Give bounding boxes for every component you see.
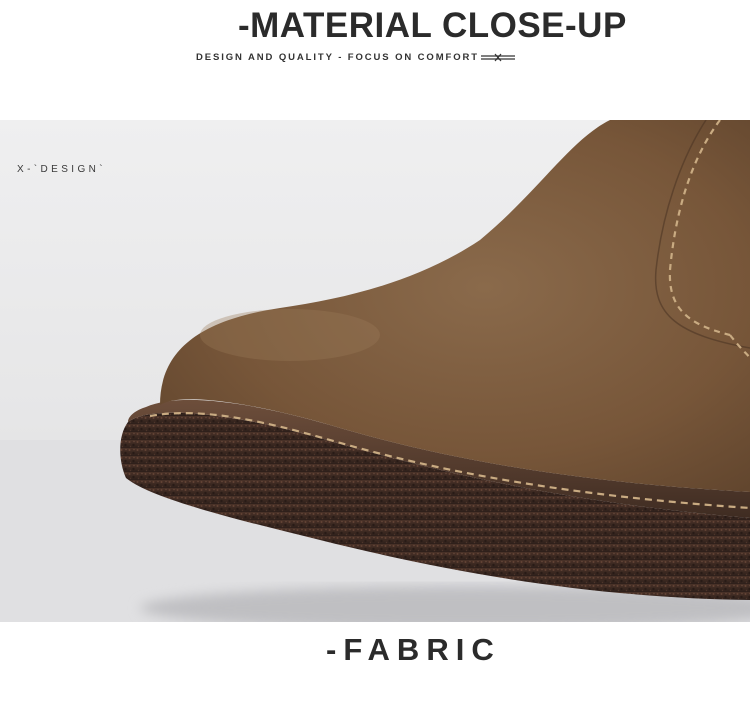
product-photo (0, 120, 750, 622)
decorative-lines-icon (481, 53, 515, 61)
fabric-caption: -FABRIC (326, 632, 501, 667)
page-subtitle: DESIGN AND QUALITY - FOCUS ON COMFORT (196, 52, 479, 63)
page-title: -MATERIAL CLOSE-UP (238, 6, 627, 45)
subtitle-row: DESIGN AND QUALITY - FOCUS ON COMFORT (196, 52, 515, 63)
design-tag: X-`DESIGN` (17, 164, 106, 175)
header-banner: -MATERIAL CLOSE-UP DESIGN AND QUALITY - … (0, 0, 750, 120)
boot-closeup-illustration (0, 120, 750, 622)
